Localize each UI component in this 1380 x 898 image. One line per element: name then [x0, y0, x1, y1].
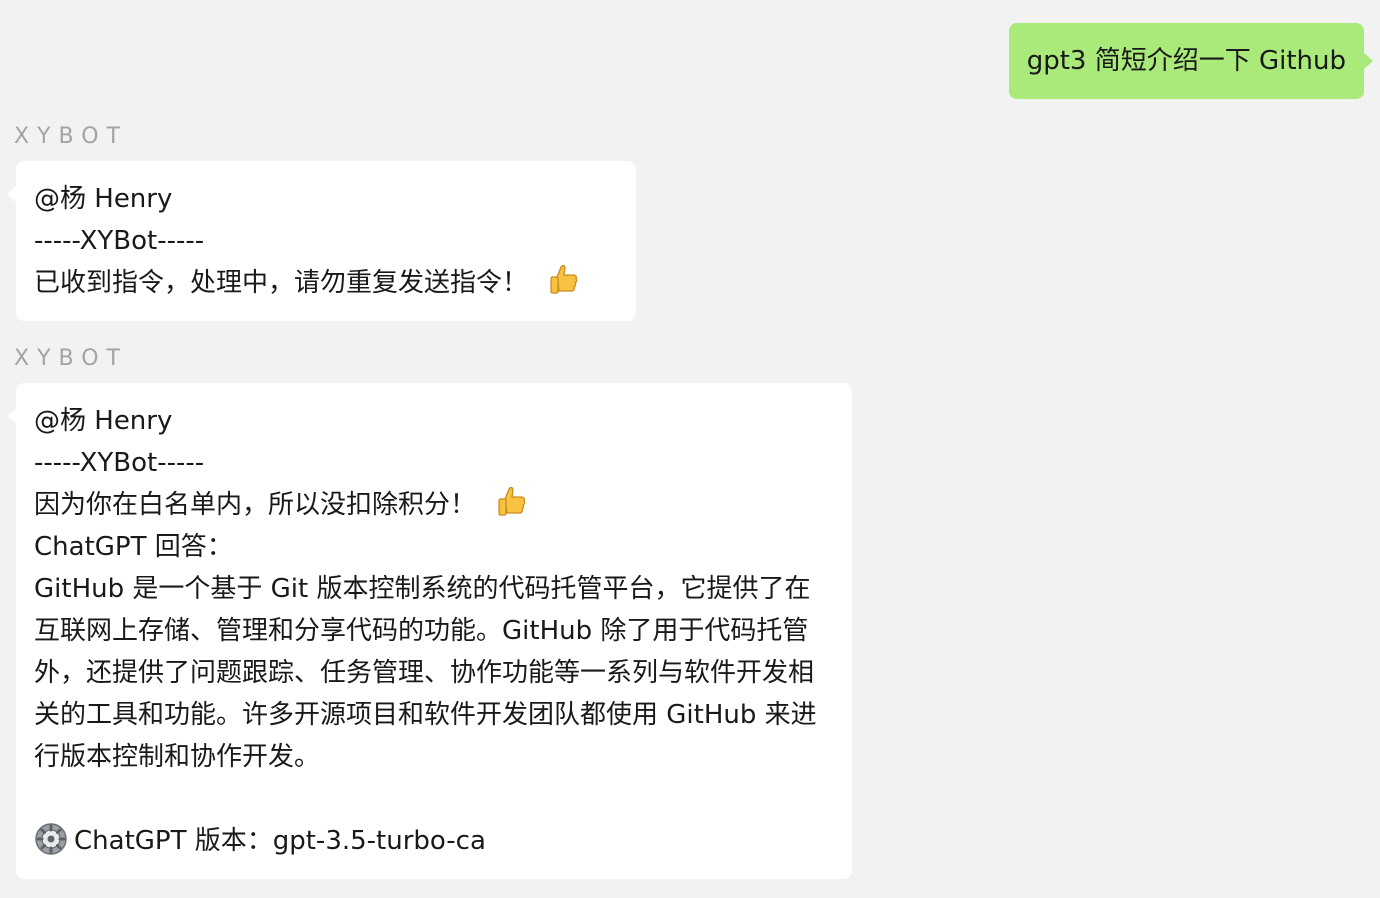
mention-text: @杨 Henry	[34, 184, 173, 214]
mention-text: @杨 Henry	[34, 406, 173, 436]
status-text: 因为你在白名单内，所以没扣除积分！	[34, 490, 477, 520]
answer-body: GitHub 是一个基于 Git 版本控制系统的代码托管平台，它提供了在互联网上…	[34, 574, 817, 772]
status-text: 已收到指令，处理中，请勿重复发送指令！	[34, 268, 529, 298]
answer-header: ChatGPT 回答：	[34, 532, 233, 562]
thumbs-up-icon	[550, 265, 578, 294]
gear-icon	[35, 823, 67, 855]
outgoing-message-bubble[interactable]: gpt3 简短介绍一下 Github	[1008, 23, 1374, 99]
sender-name: XYBOT	[14, 346, 128, 371]
status-line: 已收到指令，处理中，请勿重复发送指令！	[34, 262, 618, 304]
incoming-message-bubble[interactable]: @杨 Henry -----XYBot----- 已收到指令，处理中，请勿重复发…	[7, 161, 636, 321]
status-line: 因为你在白名单内，所以没扣除积分！	[34, 484, 834, 526]
sender-name: XYBOT	[14, 124, 128, 149]
outgoing-message-text: gpt3 简短介绍一下 Github	[1026, 46, 1346, 76]
version-line: ChatGPT 版本：gpt-3.5-turbo-ca	[34, 820, 834, 862]
version-text: ChatGPT 版本：gpt-3.5-turbo-ca	[74, 826, 486, 856]
incoming-message-bubble[interactable]: @杨 Henry -----XYBot----- 因为你在白名单内，所以没扣除积…	[7, 383, 852, 879]
divider-text: -----XYBot-----	[34, 448, 205, 478]
divider-text: -----XYBot-----	[34, 226, 205, 256]
thumbs-up-icon	[498, 487, 526, 516]
